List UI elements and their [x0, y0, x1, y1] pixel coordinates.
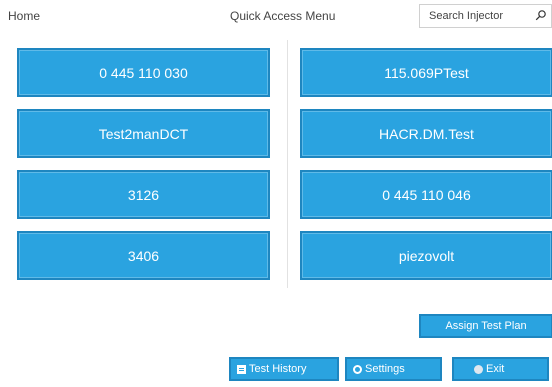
- quick-access-tile[interactable]: 115.069PTest: [300, 48, 552, 97]
- quick-access-tile[interactable]: Test2manDCT: [17, 109, 270, 158]
- assign-test-plan-button[interactable]: Assign Test Plan: [419, 314, 552, 338]
- quick-access-tile[interactable]: 0 445 110 046: [300, 170, 552, 219]
- exit-icon: [474, 364, 483, 374]
- search-placeholder: Search Injector: [429, 10, 503, 22]
- quick-access-tile[interactable]: 0 445 110 030: [17, 48, 270, 97]
- column-divider: [287, 40, 288, 288]
- quick-access-tile[interactable]: HACR.DM.Test: [300, 109, 552, 158]
- gear-icon: [353, 364, 362, 374]
- quick-access-tile[interactable]: 3126: [17, 170, 270, 219]
- exit-label: Exit: [486, 363, 505, 375]
- test-history-button[interactable]: Test History: [229, 357, 339, 381]
- exit-button[interactable]: Exit: [452, 357, 549, 381]
- quick-access-tile[interactable]: 3406: [17, 231, 270, 280]
- history-icon: [237, 364, 246, 374]
- test-history-label: Test History: [249, 363, 307, 375]
- page-title: Quick Access Menu: [230, 9, 336, 23]
- settings-button[interactable]: Settings: [345, 357, 442, 381]
- assign-test-plan-label: Assign Test Plan: [445, 320, 527, 332]
- quick-access-tile[interactable]: piezovolt: [300, 231, 552, 280]
- settings-label: Settings: [365, 363, 405, 375]
- search-injector-field[interactable]: Search Injector: [419, 4, 552, 28]
- search-icon[interactable]: [535, 9, 547, 21]
- home-link[interactable]: Home: [8, 9, 40, 23]
